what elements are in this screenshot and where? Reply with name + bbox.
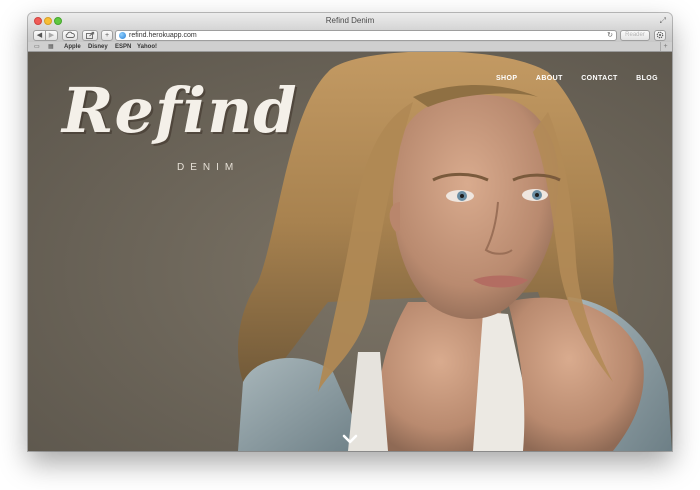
bookmark-apple[interactable]: Apple [64,43,81,51]
icloud-tabs-button[interactable] [62,30,78,41]
address-bar[interactable]: refind.herokuapp.com ↻ [115,30,617,41]
web-page: Refind DENIM SHOP ABOUT CONTACT BLOG [28,52,672,451]
reading-list-icon[interactable]: ▭ [34,43,40,51]
share-icon [86,31,95,39]
new-tab-button[interactable]: + [660,42,670,51]
top-sites-icon[interactable]: ▦ [48,43,54,51]
browser-window: Refind Denim ⤢ ◀ ▶ + refind.herokuapp.co… [28,13,672,451]
add-bookmark-button[interactable]: + [101,30,113,41]
chevron-down-icon[interactable] [342,433,358,445]
brand-name: Refind [62,74,298,147]
share-button[interactable] [82,30,98,41]
bookmark-disney[interactable]: Disney [88,43,108,51]
nav-contact[interactable]: CONTACT [581,75,618,82]
cloud-icon [65,31,75,38]
bookmarks-bar: ▭ ▦ Apple Disney ESPN Yahoo! + [28,42,672,52]
brand-logo[interactable]: Refind DENIM [62,74,298,174]
window-title: Refind Denim [325,16,375,25]
forward-button[interactable]: ▶ [45,30,58,41]
globe-icon [119,32,126,39]
settings-button[interactable] [654,30,666,41]
nav-blog[interactable]: BLOG [636,75,658,82]
reload-button[interactable]: ↻ [607,31,613,40]
site-navigation: SHOP ABOUT CONTACT BLOG [482,67,658,85]
browser-toolbar: ◀ ▶ + refind.herokuapp.com ↻ Reader [28,29,672,42]
title-bar: Refind Denim ⤢ [28,13,672,29]
bookmark-espn[interactable]: ESPN [115,43,131,51]
nav-about[interactable]: ABOUT [536,75,563,82]
reader-button[interactable]: Reader [620,30,650,41]
bookmark-yahoo[interactable]: Yahoo! [137,43,157,51]
nav-shop[interactable]: SHOP [496,75,517,82]
brand-subtitle: DENIM [177,162,240,173]
fullscreen-icon[interactable]: ⤢ [660,16,666,26]
url-text[interactable]: refind.herokuapp.com [129,32,197,40]
gear-icon [656,31,664,39]
